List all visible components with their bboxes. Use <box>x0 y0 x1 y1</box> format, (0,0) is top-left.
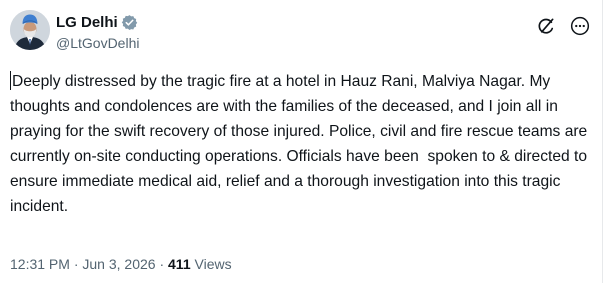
profile-photo-icon <box>10 10 50 50</box>
tweet-time[interactable]: 12:31 PM <box>10 256 70 272</box>
display-name-row: LG Delhi <box>56 13 139 32</box>
meta-separator-2: · <box>155 256 169 272</box>
views-label: Views <box>194 256 232 272</box>
display-name[interactable]: LG Delhi <box>56 13 118 32</box>
tweet-header: LG Delhi @LtGovDelhi <box>10 10 590 58</box>
grok-icon[interactable] <box>536 16 556 36</box>
tweet-date[interactable]: Jun 3, 2026 <box>82 256 155 272</box>
author-handle[interactable]: @LtGovDelhi <box>56 34 139 53</box>
views-count: 411 <box>168 256 191 272</box>
tweet-card: LG Delhi @LtGovDelhi Deeply distressed b… <box>0 0 603 283</box>
tweet-text: Deeply distressed by the tragic fire at … <box>10 69 590 219</box>
tweet-text-content: Deeply distressed by the tragic fire at … <box>10 73 592 215</box>
header-actions <box>536 16 590 36</box>
avatar[interactable] <box>10 10 50 50</box>
tweet-meta: 12:31 PM · Jun 3, 2026 · 411 Views <box>10 254 232 274</box>
meta-separator: · <box>69 256 83 272</box>
text-cursor <box>10 71 11 90</box>
verified-badge-icon <box>121 14 138 31</box>
author-names: LG Delhi @LtGovDelhi <box>56 13 139 53</box>
more-options-icon[interactable] <box>570 16 590 36</box>
